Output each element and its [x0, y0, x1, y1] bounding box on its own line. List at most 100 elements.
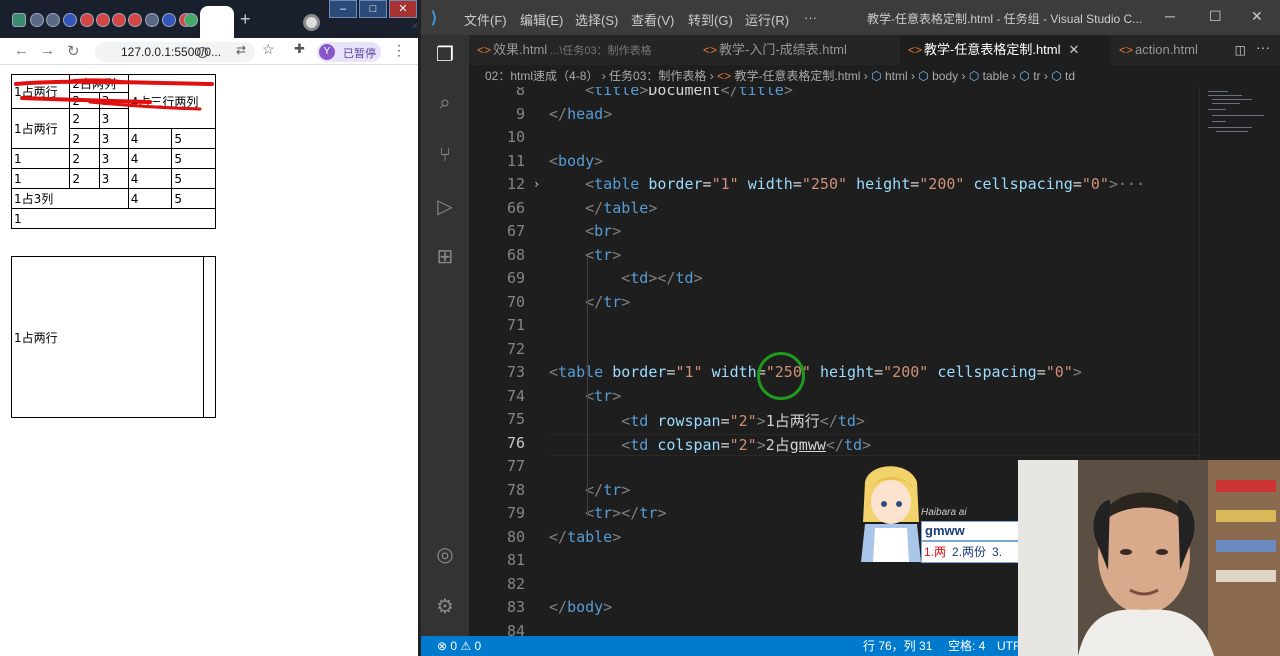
- code-line[interactable]: </table>: [549, 528, 621, 546]
- ime-candidate[interactable]: 3.: [992, 545, 1002, 559]
- browser-menu-icon[interactable]: ⋮: [392, 42, 406, 59]
- back-button[interactable]: ←: [14, 42, 29, 59]
- maximize-button[interactable]: □: [359, 0, 387, 18]
- profile-button[interactable]: Y 已暂停: [317, 42, 381, 62]
- minimize-button[interactable]: ─: [1165, 8, 1175, 24]
- code-line[interactable]: <td rowspan="2">1占两行</td>: [549, 410, 865, 431]
- menu-more[interactable]: ···: [804, 10, 817, 25]
- line-number: 80: [506, 527, 525, 546]
- code-line[interactable]: <tr></tr>: [549, 504, 666, 522]
- table-cell: 3: [98, 92, 129, 109]
- code-line[interactable]: <tr>: [549, 246, 621, 264]
- run-debug-icon[interactable]: ▷: [433, 195, 457, 219]
- table-cell: 1: [11, 208, 216, 229]
- code-line[interactable]: <br>: [549, 222, 621, 240]
- browser-tab-active[interactable]: ×: [184, 6, 419, 38]
- media-control-icon[interactable]: [303, 14, 320, 31]
- forward-button[interactable]: →: [40, 42, 55, 59]
- extensions-icon[interactable]: ⊞: [433, 245, 457, 269]
- indentation[interactable]: 空格: 4: [948, 636, 985, 656]
- breadcrumb-item[interactable]: table: [983, 69, 1009, 83]
- ime-candidate[interactable]: 1.两: [924, 545, 946, 559]
- close-window-button[interactable]: ✕: [389, 0, 417, 18]
- code-line[interactable]: </table>: [549, 199, 657, 217]
- browser-tab-favicon[interactable]: [145, 13, 159, 27]
- code-line[interactable]: <body>: [549, 152, 603, 170]
- line-number: 12: [506, 175, 525, 193]
- cursor-position[interactable]: 行 76，列 31: [863, 636, 932, 656]
- extensions-icon[interactable]: ✚: [294, 41, 305, 57]
- browser-tab-baidu[interactable]: [63, 13, 77, 27]
- close-window-button[interactable]: ✕: [1251, 8, 1263, 25]
- problems-indicator[interactable]: ⊗ 0 ⚠ 0: [437, 636, 481, 656]
- site-info-icon[interactable]: i: [197, 47, 208, 58]
- browser-toolbar: ← → ↻ i 127.0.0.1:5500/0... ⇄ ☆ ✚ Y 已暂停 …: [0, 38, 421, 65]
- menu-go[interactable]: 转到(G): [688, 10, 733, 29]
- breadcrumb-item[interactable]: html: [885, 69, 908, 83]
- account-icon[interactable]: ◎: [433, 543, 457, 567]
- close-tab-icon[interactable]: ✕: [1069, 42, 1080, 57]
- line-number: 10: [506, 128, 525, 146]
- code-line[interactable]: </tr>: [549, 293, 630, 311]
- code-line[interactable]: </body>: [549, 598, 612, 616]
- browser-tab-favicon[interactable]: [112, 13, 126, 27]
- split-editor-icon[interactable]: ◫: [1235, 43, 1246, 57]
- menu-run[interactable]: 运行(R): [745, 10, 789, 29]
- breadcrumb-item[interactable]: 02：html速成（4-8）: [485, 69, 598, 83]
- tab-custom-table[interactable]: <> 教学-任意表格定制.html ✕: [900, 35, 1111, 65]
- new-tab-button[interactable]: +: [240, 10, 251, 28]
- code-line[interactable]: <td colspan="2">2占gmww</td>: [549, 434, 871, 455]
- tab-effect[interactable]: <> 效果.html ...\任务03：制作表格: [469, 35, 695, 65]
- browser-tab-favicon[interactable]: [46, 13, 60, 27]
- reload-button[interactable]: ↻: [67, 42, 80, 60]
- browser-tab-favicon[interactable]: [96, 13, 110, 27]
- indent-guide: [587, 257, 588, 427]
- table-row: 1: [11, 208, 216, 229]
- mouse-cursor-highlight: [757, 352, 805, 400]
- table-cell: 4占三行两列: [127, 74, 217, 129]
- source-control-icon[interactable]: ⑂: [433, 143, 457, 167]
- encoding[interactable]: UTF: [997, 636, 1020, 656]
- code-line[interactable]: <td></td>: [549, 269, 702, 287]
- translate-icon[interactable]: ⇄: [236, 43, 246, 57]
- table-cell: [203, 256, 216, 418]
- code-line[interactable]: <title>Document</title>: [549, 87, 793, 99]
- table-row: 1 2 3 4 5: [10, 148, 216, 169]
- menu-view[interactable]: 查看(V): [631, 10, 674, 29]
- ime-candidate[interactable]: 2.两份: [952, 545, 986, 559]
- code-line[interactable]: <table border="1" width="250" height="20…: [549, 175, 1145, 193]
- menu-edit[interactable]: 编辑(E): [520, 10, 563, 29]
- address-bar[interactable]: i 127.0.0.1:5500/0...: [95, 42, 255, 62]
- menu-selection[interactable]: 选择(S): [575, 10, 618, 29]
- tab-label: 教学-任意表格定制.html: [924, 42, 1061, 57]
- maximize-button[interactable]: ☐: [1209, 8, 1222, 25]
- minimize-button[interactable]: –: [329, 0, 357, 18]
- browser-tab-favicon[interactable]: [80, 13, 94, 27]
- breadcrumb-item[interactable]: 教学-任意表格定制.html: [734, 69, 860, 83]
- avatar: Y: [319, 44, 335, 60]
- explorer-icon[interactable]: ❐: [433, 43, 457, 67]
- gear-icon[interactable]: ⚙: [433, 595, 457, 619]
- more-actions-icon[interactable]: ···: [1256, 39, 1270, 55]
- bookmark-star-icon[interactable]: ☆: [262, 41, 275, 58]
- html-file-icon: <>: [703, 43, 718, 57]
- browser-tab-vue[interactable]: [12, 13, 26, 27]
- browser-tab-baidu[interactable]: [162, 13, 176, 27]
- code-line[interactable]: <table border="1" width="250" height="20…: [549, 363, 1082, 381]
- breadcrumb-item[interactable]: tr: [1033, 69, 1040, 83]
- breadcrumb-item[interactable]: td: [1065, 69, 1075, 83]
- table-cell: 5: [171, 128, 216, 149]
- fold-chevron-icon[interactable]: ›: [533, 177, 540, 191]
- code-line[interactable]: </head>: [549, 105, 612, 123]
- menu-file[interactable]: 文件(F): [464, 10, 507, 29]
- breadcrumb-item[interactable]: body: [932, 69, 958, 83]
- search-icon[interactable]: ⌕: [433, 91, 457, 115]
- browser-tab-favicon[interactable]: [128, 13, 142, 27]
- tab-intro-grades[interactable]: <> 教学-入门-成绩表.html: [695, 35, 899, 65]
- ime-composition: gmww: [921, 521, 1019, 541]
- breadcrumb-item[interactable]: 任务03：制作表格: [609, 69, 706, 83]
- tab-action[interactable]: <> action.html: [1111, 35, 1231, 65]
- code-line[interactable]: </tr>: [549, 481, 630, 499]
- browser-tab-favicon[interactable]: [30, 13, 44, 27]
- code-line[interactable]: <tr>: [549, 387, 621, 405]
